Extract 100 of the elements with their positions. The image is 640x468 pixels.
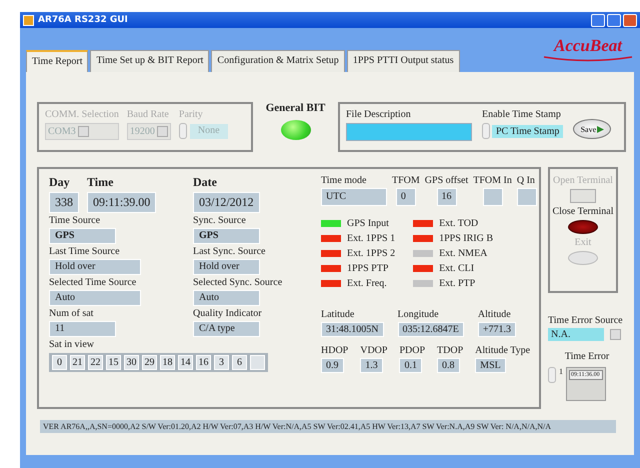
satellite-cell: 30 — [124, 355, 139, 370]
field-label: TFOM In — [473, 175, 512, 186]
minimize-button[interactable] — [591, 14, 605, 26]
button-label: Exit — [574, 237, 592, 248]
indicator-label: Ext. TOD — [439, 218, 478, 229]
date-field: 03/12/2012 — [193, 192, 260, 213]
satellite-cell: 0 — [52, 355, 67, 370]
field-label: Enable Time Stamp — [482, 109, 562, 120]
field-label: Day — [49, 175, 71, 190]
tab[interactable]: Configuration & Matrix Setup — [211, 50, 345, 72]
field-label: Time — [87, 175, 114, 190]
play-icon — [597, 126, 604, 132]
field-label: Latitude — [321, 309, 356, 320]
tab[interactable]: Time Report — [26, 50, 88, 72]
satellite-cell: 6 — [232, 355, 247, 370]
satellite-cell: 15 — [106, 355, 121, 370]
button-label: Close Terminal — [552, 206, 614, 217]
field-label: Q In — [516, 175, 536, 186]
field-label: Time mode — [321, 175, 368, 186]
field-label: Time Error Source — [548, 315, 624, 326]
file-description-field[interactable] — [346, 123, 472, 141]
satellite-cell — [250, 355, 265, 370]
satellite-cell: 3 — [214, 355, 229, 370]
field-label: Parity — [178, 109, 204, 120]
indicator-label: GPS Input — [347, 218, 389, 229]
satellite-cell: 21 — [70, 355, 85, 370]
field-label: Longitude — [398, 309, 440, 320]
day-field: 338 — [49, 192, 79, 213]
value-field: C/A type — [193, 321, 260, 337]
app-icon — [23, 14, 34, 26]
value-field: GPS — [193, 228, 260, 244]
field-label: Date — [193, 175, 218, 190]
value-field: MSL — [475, 358, 506, 373]
field-label: Time Error — [564, 351, 610, 362]
value-field: 0 — [396, 188, 416, 206]
spinner-icon[interactable] — [482, 123, 490, 139]
value-field: Hold over — [193, 259, 260, 275]
field-label: Altitude — [478, 309, 512, 320]
value-field: Auto — [49, 290, 141, 306]
indicator-label: 1PPS IRIG B — [439, 233, 493, 244]
spinner-icon[interactable] — [548, 367, 556, 383]
save-button[interactable]: Save — [573, 119, 612, 139]
value-field: 16 — [436, 188, 457, 206]
tab[interactable]: 1PPS PTTI Output status — [346, 50, 460, 72]
satellite-cell: 14 — [178, 355, 193, 370]
field-label: Last Sync. Source — [193, 246, 266, 257]
field-label: VDOP — [360, 345, 388, 356]
value-field: 11 — [49, 321, 116, 337]
close-button[interactable] — [623, 14, 637, 26]
value-field: Auto — [193, 290, 260, 306]
time-field: 09:11:39.00 — [87, 192, 156, 213]
field-label: Sync. Source — [193, 215, 247, 226]
field-label: Sat in view — [49, 339, 95, 350]
indicator-label: Ext. 1PPS 2 — [347, 248, 396, 259]
field-label: Baud Rate — [126, 109, 170, 120]
swoosh-icon — [542, 56, 634, 62]
field-label: Last Time Source — [49, 246, 121, 257]
field-label: Num of sat — [49, 308, 94, 319]
satellite-cell: 29 — [142, 355, 157, 370]
indicator-label: Ext. PTP — [439, 278, 476, 289]
indicator-label: General BIT — [266, 102, 326, 114]
spinner-icon[interactable] — [178, 123, 187, 139]
value-field: UTC — [321, 188, 387, 206]
field-label: GPS offset — [424, 175, 468, 186]
button-label: Open Terminal — [553, 175, 613, 186]
indicator-label: Ext. Freq. — [347, 278, 387, 289]
field-label: HDOP — [321, 345, 348, 356]
value-field: Hold over — [49, 259, 141, 275]
terminal-button[interactable] — [568, 220, 598, 234]
indicator-label: Ext. 1PPS 1 — [347, 233, 396, 244]
value-field: 0.1 — [399, 358, 422, 373]
indicator-label: 1PPS PTP — [347, 263, 388, 274]
satellite-cell: 22 — [88, 355, 103, 370]
field-label: Selected Sync. Source — [193, 277, 284, 288]
value-field: 31:48.1005N — [321, 322, 384, 337]
indicator-label: Ext. CLI — [439, 263, 474, 274]
value-field: 0.8 — [437, 358, 460, 373]
brand-logo: AccuBeat — [554, 36, 622, 56]
satellite-cell: 16 — [196, 355, 211, 370]
field-label: COMM. Selection — [45, 109, 119, 120]
index-label: 1 — [559, 367, 563, 376]
field-label: PDOP — [399, 345, 426, 356]
satellite-cell: 18 — [160, 355, 175, 370]
field-label: TFOM — [392, 175, 420, 186]
field-label: File Description — [346, 109, 412, 120]
maximize-button[interactable] — [607, 14, 621, 26]
field-label: TDOP — [437, 345, 464, 356]
field-label: Time Source — [49, 215, 102, 226]
indicator-label: Ext. NMEA — [439, 248, 488, 259]
timestamp-field[interactable]: PC Time Stamp — [492, 124, 564, 138]
value-field: 0.9 — [321, 358, 344, 373]
value-field: 035:12.6847E — [398, 322, 464, 337]
source-dropdown[interactable]: N.A. — [548, 328, 604, 341]
field-label: Selected Time Source — [49, 277, 138, 288]
value-field: 1.3 — [360, 358, 383, 373]
value-field — [516, 188, 537, 206]
value-field — [482, 188, 503, 206]
field-label: Altitude Type — [475, 345, 530, 356]
value-field: GPS — [49, 228, 116, 244]
tab[interactable]: Time Set up & BIT Report — [90, 50, 210, 72]
